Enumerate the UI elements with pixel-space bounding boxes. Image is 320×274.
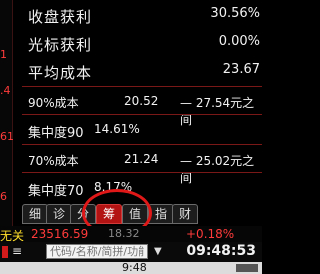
tab-diagnosis[interactable]: 诊: [46, 204, 72, 224]
divider: [22, 172, 262, 173]
divider: [22, 114, 262, 115]
index-change-points: 18.32: [108, 227, 140, 240]
strip-value: 6: [0, 190, 7, 203]
quick-search-bar: ≡ ▼ 09:48:53: [0, 242, 262, 262]
row-value: 23.67: [222, 62, 260, 77]
row-label: 70%成本: [28, 154, 79, 168]
divider: [22, 86, 262, 87]
tab-detail[interactable]: 细: [22, 204, 48, 224]
code-search-input[interactable]: [46, 244, 148, 259]
index-ticker-bar: 无关 23516.59 18.32 +0.18%: [0, 226, 262, 243]
row-label: 光标获利: [28, 36, 93, 54]
concentration-90-row: 集中度90 14.61%: [22, 116, 262, 144]
strip-value: 61: [0, 130, 14, 143]
close-profit-row: 收盘获利 30.56%: [22, 2, 262, 30]
row-label: 集中度70: [28, 184, 84, 199]
strip-value: 1: [0, 48, 7, 61]
flag-icon: [2, 246, 8, 258]
row-label: 收盘获利: [28, 8, 93, 26]
system-status-bar: 9:48: [0, 261, 262, 274]
menu-icon[interactable]: ≡: [12, 244, 22, 258]
cost-low: 21.24: [124, 152, 159, 166]
cursor-profit-row: 光标获利 0.00%: [22, 30, 262, 58]
tab-finance[interactable]: 财: [172, 204, 198, 224]
row-label: 平均成本: [28, 64, 93, 82]
divider: [22, 144, 262, 145]
status-time: 9:48: [122, 261, 147, 274]
row-label: 90%成本: [28, 96, 79, 110]
cost-90-row: 90%成本 20.52 — 27.54元之间: [22, 88, 262, 127]
signal-icon: [236, 264, 258, 272]
left-price-strip: 1 .4 61 6: [0, 0, 14, 232]
cost-70-row: 70%成本 21.24 — 25.02元之间: [22, 146, 262, 185]
row-value: 30.56%: [210, 6, 260, 21]
average-cost-row: 平均成本 23.67: [22, 58, 262, 86]
row-label: 集中度90: [28, 126, 84, 141]
index-value: 23516.59: [31, 227, 89, 241]
index-change-percent: +0.18%: [186, 227, 235, 241]
strip-value: .4: [0, 84, 11, 97]
cost-low: 20.52: [124, 94, 159, 108]
row-value: 0.00%: [218, 34, 260, 49]
concentration-value: 14.61%: [94, 122, 140, 136]
dropdown-arrow-icon[interactable]: ▼: [154, 246, 162, 257]
clock: 09:48:53: [186, 243, 256, 259]
